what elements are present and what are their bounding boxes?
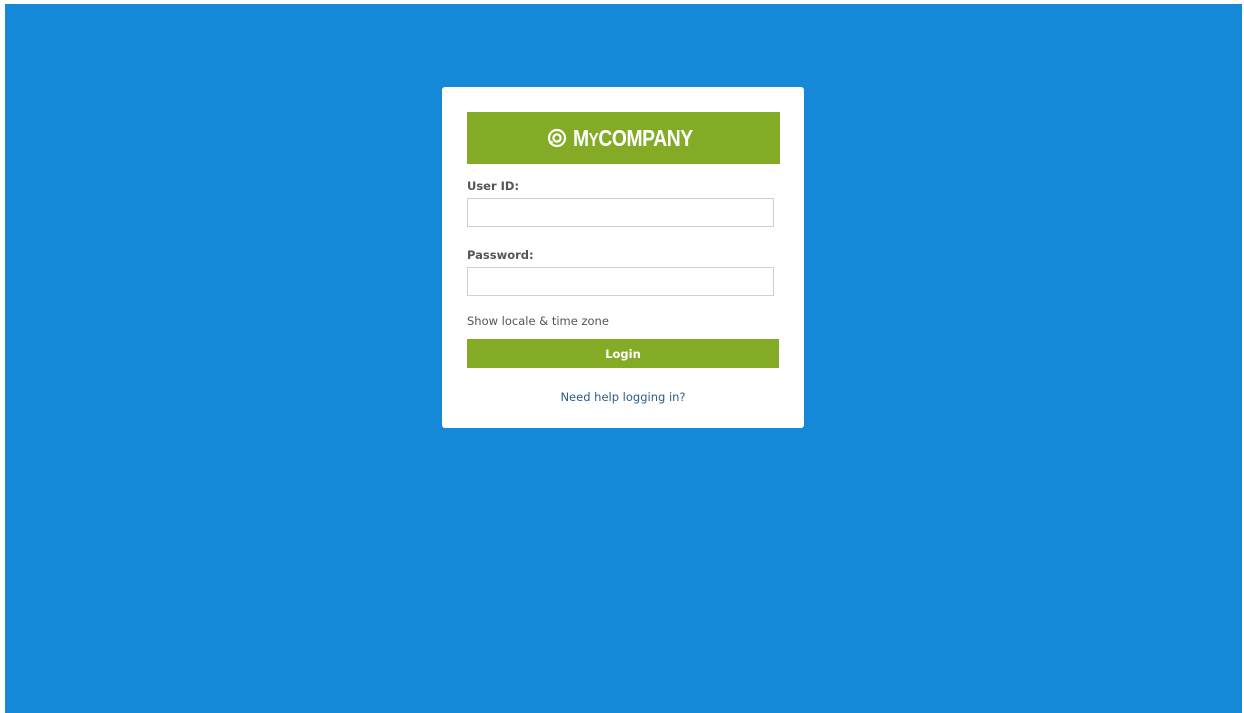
password-label: Password: <box>467 248 534 262</box>
company-logo-text: MYCOMPANY <box>572 124 693 152</box>
logo-text-prefix: M <box>572 124 589 151</box>
company-logo-banner: MYCOMPANY <box>467 112 780 164</box>
login-button[interactable]: Login <box>467 339 779 368</box>
user-id-label: User ID: <box>467 179 520 193</box>
logo-text-small: Y <box>588 129 598 150</box>
help-link[interactable]: Need help logging in? <box>442 390 804 404</box>
show-locale-link[interactable]: Show locale & time zone <box>467 314 609 328</box>
logo-text-suffix: COMPANY <box>597 124 693 151</box>
password-input[interactable] <box>467 267 774 296</box>
target-icon <box>547 128 566 148</box>
login-card: MYCOMPANY User ID: Password: Show locale… <box>442 87 804 428</box>
user-id-input[interactable] <box>467 198 774 227</box>
